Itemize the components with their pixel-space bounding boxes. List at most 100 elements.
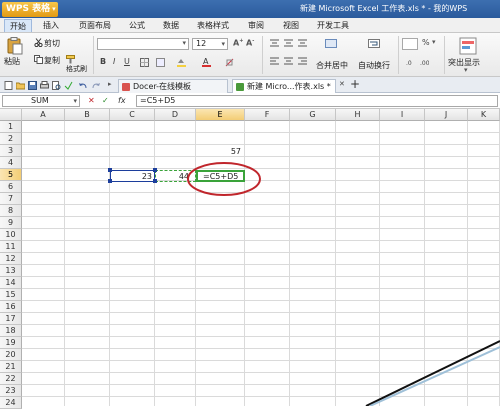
wps-app-menu-button[interactable]: WPS 表格 ▾ [2,2,58,17]
bold-icon[interactable]: B [100,57,106,66]
fill-color-icon[interactable] [177,58,186,67]
row-header-3[interactable]: 3 [0,145,22,157]
menu-tab-formulas[interactable]: 公式 [124,19,150,32]
menu-tab-data[interactable]: 数据 [158,19,184,32]
row-header-11[interactable]: 11 [0,241,22,253]
row-header-24[interactable]: 24 [0,397,22,409]
merge-cells-icon[interactable] [156,58,165,67]
format-painter-button[interactable]: 格式刷 [66,64,87,74]
row-header-6[interactable]: 6 [0,181,22,193]
paste-button[interactable]: 粘贴 [4,56,20,67]
menu-tab-table-style[interactable]: 表格样式 [192,19,234,32]
cell-e3[interactable]: 57 [190,146,245,158]
decrease-decimal-icon[interactable]: .0 [406,58,415,67]
row-header-2[interactable]: 2 [0,133,22,145]
align-top-icon[interactable] [270,39,279,48]
italic-icon[interactable]: I [113,57,115,66]
number-format-dropdown[interactable] [402,38,418,50]
column-header-a[interactable]: A [22,109,65,121]
save-icon[interactable] [28,81,37,90]
formula-input[interactable]: =C5+D5 [136,95,498,107]
row-header-14[interactable]: 14 [0,277,22,289]
font-color-icon[interactable]: A [202,57,211,67]
reference-handle[interactable] [153,179,157,183]
redo-icon[interactable] [92,81,101,90]
row-header-13[interactable]: 13 [0,265,22,277]
row-header-23[interactable]: 23 [0,385,22,397]
column-header-h[interactable]: H [336,109,380,121]
copy-icon[interactable] [34,55,43,64]
spellcheck-icon[interactable] [64,81,73,90]
new-tab-icon[interactable]: + [350,77,360,91]
column-header-g[interactable]: G [290,109,336,121]
reference-handle[interactable] [153,168,157,172]
row-header-5[interactable]: 5 [0,169,22,181]
menu-tab-developer[interactable]: 开发工具 [312,19,354,32]
row-header-8[interactable]: 8 [0,205,22,217]
open-folder-icon[interactable] [15,81,26,90]
print-icon[interactable] [40,81,49,90]
decrease-font-icon[interactable]: A- [246,38,254,48]
cell-c5-reference[interactable]: 23 [110,170,155,182]
conditional-format-icon[interactable] [459,37,477,55]
row-header-16[interactable]: 16 [0,301,22,313]
cancel-formula-icon[interactable]: ✕ [88,96,95,105]
clear-format-icon[interactable] [225,58,234,67]
copy-button[interactable]: 复制 [44,55,60,66]
row-header-12[interactable]: 12 [0,253,22,265]
row-header-17[interactable]: 17 [0,313,22,325]
column-header-j[interactable]: J [425,109,468,121]
increase-font-icon[interactable]: A+ [233,38,243,48]
menu-tab-view[interactable]: 视图 [278,19,304,32]
select-all-corner[interactable] [0,109,22,121]
print-preview-icon[interactable] [52,81,61,90]
undo-icon[interactable] [78,81,87,90]
column-header-e[interactable]: E [196,109,245,121]
align-bottom-icon[interactable] [298,39,307,48]
tab-current-workbook[interactable]: 新建 Micro...作表.xls * [232,79,336,93]
reference-handle[interactable] [108,179,112,183]
align-center-icon[interactable] [284,57,293,66]
row-header-7[interactable]: 7 [0,193,22,205]
new-file-icon[interactable] [4,81,13,90]
close-tab-icon[interactable]: ✕ [339,80,345,88]
font-name-dropdown[interactable]: ▾ [97,38,189,50]
menu-tab-review[interactable]: 审阅 [243,19,269,32]
column-header-c[interactable]: C [110,109,155,121]
align-middle-icon[interactable] [284,39,293,48]
menu-tab-page-layout[interactable]: 页面布局 [74,19,116,32]
chevron-down-icon[interactable]: ▾ [432,38,436,46]
row-header-15[interactable]: 15 [0,289,22,301]
format-painter-icon[interactable] [66,55,75,64]
reference-handle[interactable] [108,168,112,172]
menu-tab-insert[interactable]: 插入 [38,19,64,32]
row-header-1[interactable]: 1 [0,121,22,133]
merge-center-button[interactable]: 合并居中 [316,60,348,71]
cut-button[interactable]: 剪切 [44,38,60,49]
column-header-f[interactable]: F [245,109,290,121]
name-box[interactable]: SUM ▾ [2,95,80,107]
percent-style-button[interactable]: % [422,38,430,47]
chevron-down-icon[interactable]: ▾ [464,66,468,74]
borders-icon[interactable] [140,58,149,67]
chevron-right-icon[interactable]: ▸ [108,80,112,88]
column-header-i[interactable]: I [380,109,425,121]
worksheet-grid[interactable]: ABCDEFGHIJK 1 2 3 4 5 6 7 8 9 10 11 12 13 14 15 16 17 18 1… [0,109,500,409]
wrap-text-icon[interactable] [368,39,380,48]
wrap-text-button[interactable]: 自动换行 [358,60,390,71]
scissors-icon[interactable] [34,38,43,48]
row-header-22[interactable]: 22 [0,373,22,385]
align-left-icon[interactable] [270,57,279,66]
row-header-20[interactable]: 20 [0,349,22,361]
merge-center-icon[interactable] [325,39,337,48]
row-header-18[interactable]: 18 [0,325,22,337]
column-header-k[interactable]: K [468,109,500,121]
insert-function-icon[interactable]: fx [118,96,126,105]
paste-icon[interactable] [6,37,24,55]
column-header-d[interactable]: D [155,109,196,121]
menu-tab-home[interactable]: 开始 [4,19,32,32]
row-header-21[interactable]: 21 [0,361,22,373]
font-size-dropdown[interactable]: 12 ▾ [192,38,228,50]
row-header-19[interactable]: 19 [0,337,22,349]
enter-formula-icon[interactable]: ✓ [102,96,109,105]
